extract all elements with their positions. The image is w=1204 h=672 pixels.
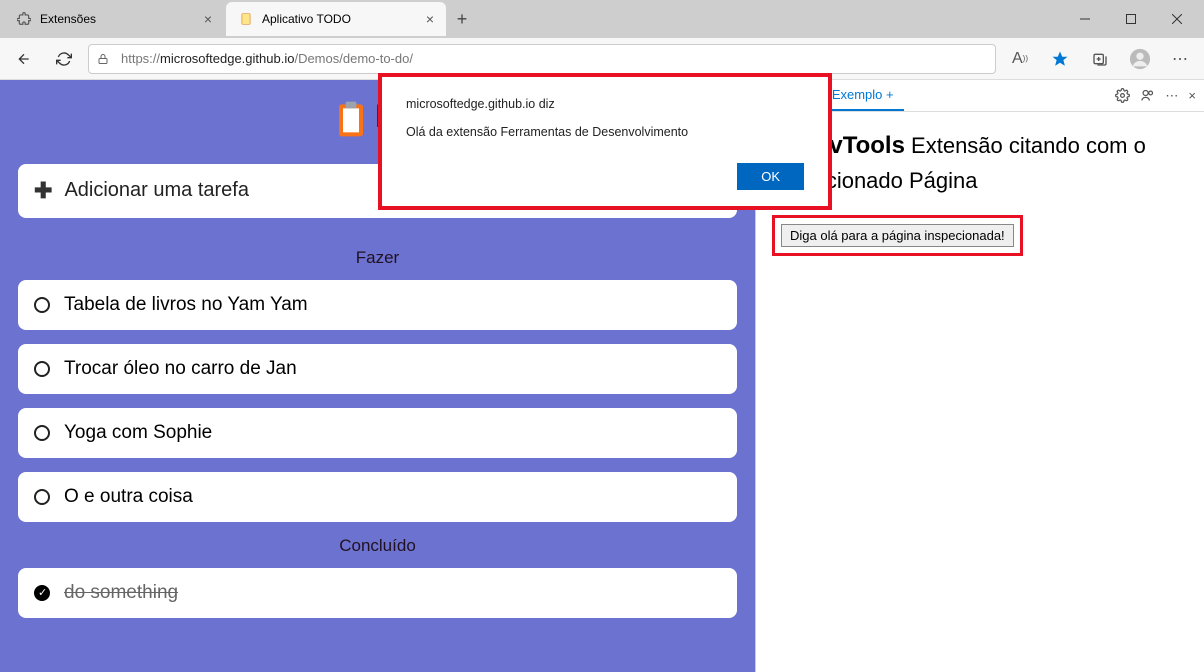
window-controls: [1062, 3, 1200, 35]
task-text: do something: [64, 582, 178, 604]
new-tab-button[interactable]: +: [448, 5, 476, 33]
url-protocol: https://: [121, 51, 160, 66]
say-hello-button[interactable]: Diga olá para a página inspecionada!: [781, 224, 1014, 247]
task-item[interactable]: Trocar óleo no carro de Jan: [18, 344, 737, 394]
close-window-button[interactable]: [1154, 3, 1200, 35]
lock-icon: [97, 52, 113, 66]
read-aloud-icon[interactable]: A)): [1004, 43, 1036, 75]
clipboard-icon: [335, 100, 367, 138]
task-item[interactable]: O e outra coisa: [18, 472, 737, 522]
task-checkbox[interactable]: [34, 425, 50, 441]
address-bar[interactable]: https://microsoftedge.github.io/Demos/de…: [88, 44, 996, 74]
feedback-icon[interactable]: [1140, 88, 1155, 103]
url-path: /Demos/demo-to-do/: [294, 51, 413, 66]
profile-icon[interactable]: [1124, 43, 1156, 75]
task-text: Tabela de livros no Yam Yam: [64, 294, 308, 316]
task-item[interactable]: Yoga com Sophie: [18, 408, 737, 458]
devtools-more-button[interactable]: ⋯: [1165, 88, 1178, 104]
task-checkbox-checked[interactable]: [34, 585, 50, 601]
menu-button[interactable]: ⋯: [1164, 43, 1196, 75]
add-task-label: Adicionar uma tarefa: [64, 179, 249, 202]
task-checkbox[interactable]: [34, 297, 50, 313]
url-host: microsoftedge.github.io: [160, 51, 294, 66]
highlight-box: Diga olá para a página inspecionada!: [772, 215, 1023, 256]
task-checkbox[interactable]: [34, 489, 50, 505]
javascript-alert-dialog: microsoftedge.github.io diz Olá da exten…: [378, 73, 832, 210]
task-item-done[interactable]: do something: [18, 568, 737, 618]
tab-title: Aplicativo TODO: [262, 12, 351, 26]
collections-icon[interactable]: [1084, 43, 1116, 75]
task-checkbox[interactable]: [34, 361, 50, 377]
plus-icon: ✚: [34, 178, 52, 204]
dialog-message: Olá da extensão Ferramentas de Desenvolv…: [406, 125, 804, 139]
tab-title: Extensões: [40, 12, 96, 26]
task-text: O e outra coisa: [64, 486, 193, 508]
refresh-button[interactable]: [48, 43, 80, 75]
dialog-ok-button[interactable]: OK: [737, 163, 804, 190]
devtools-heading: ic DevTools Extensão citando com o Inspe…: [772, 128, 1188, 197]
dialog-origin: microsoftedge.github.io diz: [406, 97, 804, 111]
back-button[interactable]: [8, 43, 40, 75]
favorite-icon[interactable]: [1044, 43, 1076, 75]
task-item[interactable]: Tabela de livros no Yam Yam: [18, 280, 737, 330]
devtools-close-button[interactable]: ×: [1188, 88, 1196, 103]
tab-close-button[interactable]: ×: [204, 11, 212, 27]
puzzle-icon: [16, 11, 32, 27]
tab-strip: Extensões × Aplicativo TODO × +: [0, 0, 1204, 38]
task-text: Yoga com Sophie: [64, 422, 212, 444]
tab-close-button[interactable]: ×: [426, 11, 434, 27]
settings-icon[interactable]: [1115, 88, 1130, 103]
section-done-label: Concluído: [18, 536, 737, 556]
maximize-button[interactable]: [1108, 3, 1154, 35]
section-todo-label: Fazer: [18, 248, 737, 268]
browser-tab-todo[interactable]: Aplicativo TODO ×: [226, 2, 446, 36]
task-text: Trocar óleo no carro de Jan: [64, 358, 297, 380]
document-icon: [238, 11, 254, 27]
minimize-button[interactable]: [1062, 3, 1108, 35]
browser-tab-extensions[interactable]: Extensões ×: [4, 2, 224, 36]
